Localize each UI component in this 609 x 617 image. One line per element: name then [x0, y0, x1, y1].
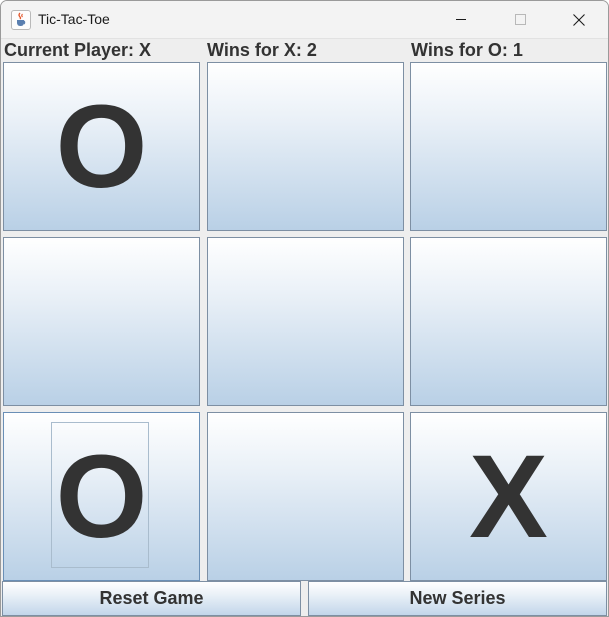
board-cell-6[interactable] [410, 237, 607, 406]
wins-o-label: Wins for O: 1 [411, 40, 523, 60]
new-series-button[interactable]: New Series [308, 581, 607, 616]
board-cell-4[interactable] [3, 237, 200, 406]
app-window: Tic-Tac-Toe Current Player: X Wins for X… [0, 0, 609, 617]
board-cell-5[interactable] [207, 237, 404, 406]
board-cell-9[interactable]: X [410, 412, 607, 581]
maximize-icon [515, 14, 526, 25]
minimize-icon [456, 19, 466, 20]
close-button[interactable] [549, 1, 608, 38]
board-cell-3[interactable] [410, 62, 607, 231]
cell-mark: X [469, 430, 548, 563]
board-cell-2[interactable] [207, 62, 404, 231]
java-cup-icon [11, 10, 31, 30]
board-cell-8[interactable] [207, 412, 404, 581]
board-cell-7[interactable]: O [3, 412, 200, 581]
minimize-button[interactable] [432, 1, 491, 38]
close-icon [573, 14, 585, 26]
cell-mark: O [55, 430, 148, 563]
cell-mark: O [55, 80, 148, 213]
current-player-label: Current Player: X [4, 40, 152, 60]
maximize-button[interactable] [491, 1, 550, 38]
board-cell-1[interactable]: O [3, 62, 200, 231]
window-title: Tic-Tac-Toe [38, 11, 110, 27]
wins-x-label: Wins for X: 2 [207, 40, 317, 60]
reset-game-button[interactable]: Reset Game [2, 581, 301, 616]
title-bar[interactable]: Tic-Tac-Toe [1, 1, 608, 39]
